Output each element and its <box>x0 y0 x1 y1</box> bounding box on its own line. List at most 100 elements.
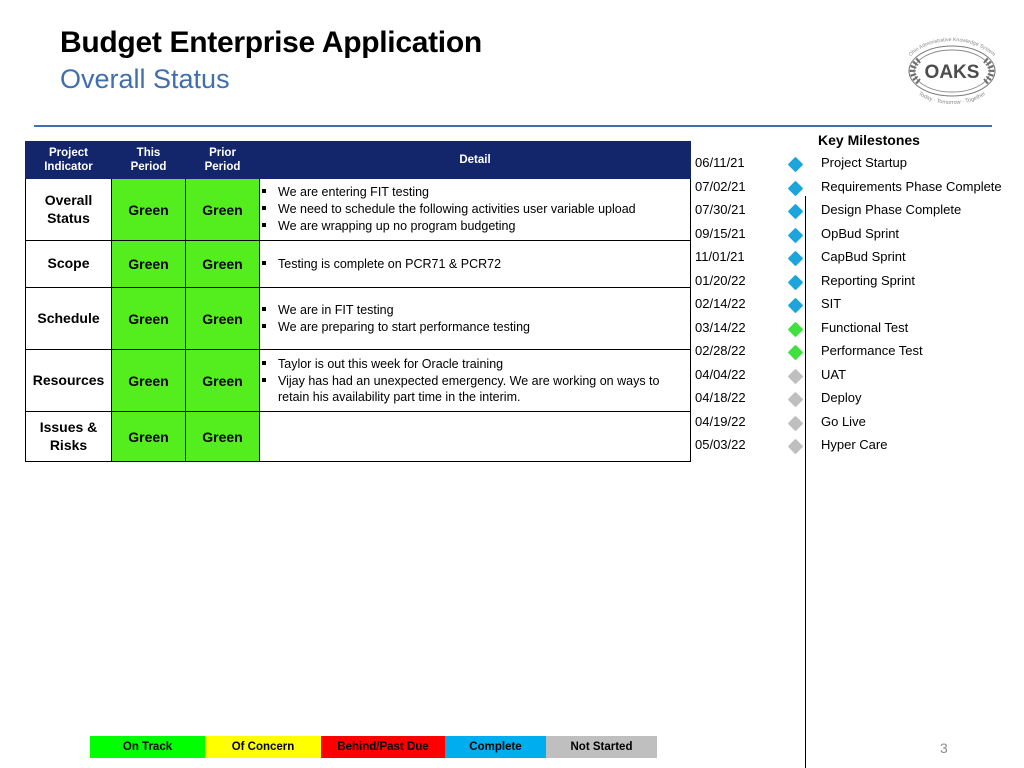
diamond-icon <box>787 203 803 220</box>
page-subtitle: Overall Status <box>60 63 230 94</box>
detail-bullet-item: We are entering FIT testing <box>260 184 690 200</box>
milestone-label: OpBud Sprint <box>821 225 900 241</box>
legend-item: Not Started <box>546 736 657 758</box>
milestone-label: UAT <box>821 366 847 382</box>
cell-detail: Taylor is out this week for Oracle train… <box>259 349 691 413</box>
milestone-marker <box>773 272 817 290</box>
milestone-list: 06/11/21 Project Startup 07/02/21 Requireme… <box>695 154 1015 455</box>
column-header-prior-period: Prior Period <box>185 140 260 180</box>
milestone-label: Deploy <box>821 390 862 405</box>
milestone-date: 01/20/22 <box>695 272 746 288</box>
status-table-body: Overall Status Green Green We are entering … <box>25 178 691 463</box>
detail-bullet-list: Testing is complete on PCR71 & PCR72 <box>260 256 690 272</box>
table-row: Resources Green Green Taylor is out this we… <box>25 349 691 413</box>
cell-detail: We are in FIT testing We are preparing to… <box>259 287 691 351</box>
diamond-icon <box>787 180 803 196</box>
milestone-marker <box>773 201 817 220</box>
oaks-bottom-arc-text: Today · Tomorrow · Together <box>917 91 987 106</box>
diamond-icon <box>787 391 803 408</box>
milestone-row: 02/14/22 SIT <box>695 295 1015 314</box>
legend-item: Of Concern <box>205 736 321 758</box>
detail-bullet-item: We need to schedule the following activi… <box>260 201 690 217</box>
milestone-date: 02/28/22 <box>695 343 746 358</box>
milestone-row: 04/19/22 Go Live <box>695 413 1015 431</box>
header-line-1: Project <box>49 147 88 159</box>
milestone-marker <box>773 366 817 384</box>
diamond-icon <box>787 297 803 314</box>
table-header-row: Project Indicator This Period Prior Peri… <box>25 140 691 180</box>
milestone-label: Performance Test <box>821 343 923 358</box>
table-row: Schedule Green Green We are in FIT testing W… <box>25 287 691 351</box>
detail-bullet-item: We are wrapping up no program budgeting <box>260 218 690 234</box>
milestone-row: 02/28/22 Performance Test <box>695 342 1015 361</box>
milestone-date: 04/18/22 <box>695 390 746 405</box>
milestone-label: Hyper Care <box>821 437 888 452</box>
cell-this-period-status: Green <box>111 411 186 463</box>
key-milestones-panel: Key Milestones 06/11/21 Project Startup 07… <box>695 132 1015 460</box>
milestone-row: 04/04/22 UAT <box>695 366 1015 384</box>
legend-item: Behind/Past Due <box>321 736 445 758</box>
diamond-icon <box>787 156 803 173</box>
milestone-marker <box>773 248 817 267</box>
cell-prior-period-status: Green <box>185 178 260 242</box>
cell-this-period-status: Green <box>111 240 186 289</box>
milestone-row: 06/11/21 Project Startup <box>695 154 1015 173</box>
milestone-date: 07/02/21 <box>695 178 746 194</box>
column-header-detail: Detail <box>259 140 691 180</box>
milestone-marker <box>773 178 817 196</box>
detail-bullet-item: We are preparing to start performance te… <box>260 319 690 335</box>
diamond-icon <box>787 438 803 455</box>
milestone-marker <box>773 225 817 243</box>
milestone-label: Go Live <box>821 413 866 429</box>
detail-bullet-list: We are entering FIT testing We need to sc… <box>260 184 690 234</box>
status-legend: On Track Of Concern Behind/Past Due Complet… <box>90 736 657 758</box>
milestone-date: 03/14/22 <box>695 319 746 335</box>
title-block: Budget Enterprise Application Overall St… <box>60 26 760 95</box>
cell-prior-period-status: Green <box>185 349 260 413</box>
cell-prior-period-status: Green <box>185 240 260 289</box>
table-row: Issues & Risks Green Green <box>25 411 691 463</box>
oaks-logo: OAKS Ohio Administrative Knowledge Syste… <box>893 30 1011 108</box>
diamond-icon <box>787 415 803 431</box>
table-row: Scope Green Green Testing is complete on PC… <box>25 240 691 289</box>
page-number: 3 <box>940 740 948 756</box>
cell-project-indicator: Overall Status <box>25 178 112 242</box>
milestone-date: 07/30/21 <box>695 202 746 217</box>
diamond-icon <box>787 344 803 361</box>
milestone-marker <box>773 436 817 455</box>
header-line-1: This <box>136 147 161 159</box>
key-milestones-title: Key Milestones <box>818 132 920 148</box>
cell-project-indicator: Issues & Risks <box>25 411 112 463</box>
cell-project-indicator: Scope <box>25 240 112 289</box>
milestone-marker <box>773 295 817 314</box>
milestone-row: 09/15/21 OpBud Sprint <box>695 225 1015 243</box>
milestone-marker <box>773 413 817 431</box>
milestone-date: 09/15/21 <box>695 225 746 241</box>
milestone-date: 04/19/22 <box>695 413 746 429</box>
milestone-date: 05/03/22 <box>695 437 746 452</box>
header-line-1: Prior <box>209 147 236 159</box>
column-header-this-period: This Period <box>111 140 186 180</box>
cell-prior-period-status: Green <box>185 411 260 463</box>
milestone-row: 03/14/22 Functional Test <box>695 319 1015 337</box>
header-line-2: Period <box>204 161 241 174</box>
oaks-wordmark: OAKS <box>925 62 980 83</box>
milestone-date: 11/01/21 <box>695 249 745 264</box>
detail-bullet-item: Taylor is out this week for Oracle train… <box>260 356 690 372</box>
milestone-row: 07/30/21 Design Phase Complete <box>695 201 1015 220</box>
detail-bullet-item: Testing is complete on PCR71 & PCR72 <box>260 256 690 272</box>
cell-this-period-status: Green <box>111 287 186 351</box>
milestone-date: 04/04/22 <box>695 366 746 382</box>
milestone-label: Project Startup <box>821 155 907 170</box>
detail-bullet-item: We are in FIT testing <box>260 302 690 318</box>
milestone-label: Requirements Phase Complete <box>821 178 1002 194</box>
milestone-label: SIT <box>821 296 842 311</box>
cell-detail: We are entering FIT testing We need to sc… <box>259 178 691 242</box>
cell-project-indicator: Resources <box>25 349 112 413</box>
milestone-row: 01/20/22 Reporting Sprint <box>695 272 1015 290</box>
diamond-icon <box>787 274 803 290</box>
detail-bullet-list: We are in FIT testing We are preparing to… <box>260 302 690 335</box>
diamond-icon <box>787 321 803 337</box>
milestone-marker <box>773 389 817 408</box>
cell-prior-period-status: Green <box>185 287 260 351</box>
